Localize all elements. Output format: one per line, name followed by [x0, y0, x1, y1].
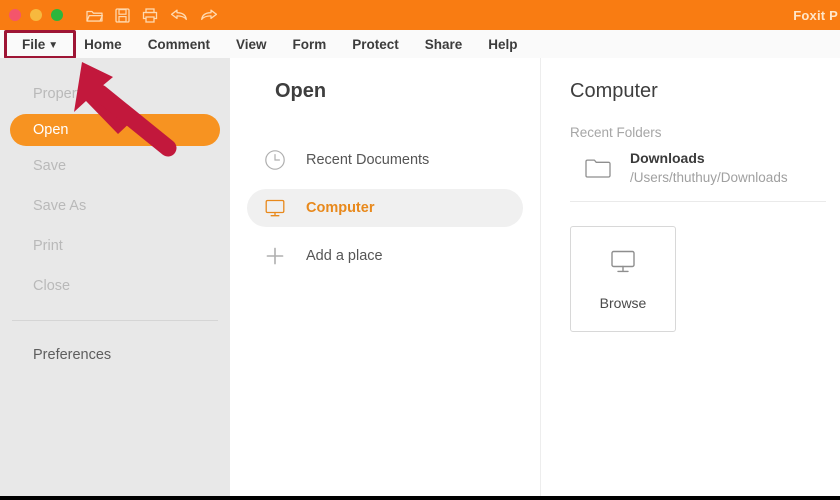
computer-panel-title: Computer: [570, 80, 658, 102]
app-title: Foxit P: [793, 7, 838, 23]
open-source-list: Recent Documents Computer Add a place: [230, 141, 540, 275]
menu-item-file-label: File: [22, 36, 46, 52]
sidebar-item-close[interactable]: Close: [0, 266, 230, 306]
minimize-button[interactable]: [30, 9, 42, 21]
menu-item-protect[interactable]: Protect: [352, 37, 399, 52]
monitor-icon: [608, 248, 638, 281]
menu-item-help[interactable]: Help: [488, 37, 517, 52]
undo-icon[interactable]: [170, 8, 188, 22]
recent-folder-name: Downloads: [630, 150, 705, 166]
print-icon[interactable]: [142, 7, 158, 23]
open-row-label: Computer: [306, 200, 375, 216]
maximize-button[interactable]: [51, 9, 63, 21]
chevron-down-icon: ▼: [48, 39, 59, 51]
open-row-computer[interactable]: Computer: [247, 189, 523, 227]
open-row-recent-documents[interactable]: Recent Documents: [247, 141, 523, 179]
recent-folder-text: Downloads /Users/thuthuy/Downloads: [630, 150, 788, 185]
sidebar-divider: [12, 320, 218, 321]
open-panel: Open Recent Documents Computer Add a pla…: [230, 58, 541, 496]
recent-folders-label: Recent Folders: [570, 125, 662, 140]
menu-item-comment[interactable]: Comment: [148, 37, 210, 52]
plus-icon: [264, 245, 294, 267]
recent-folder-item[interactable]: Downloads /Users/thuthuy/Downloads: [584, 150, 840, 185]
browse-label: Browse: [599, 294, 647, 311]
menu-item-view[interactable]: View: [236, 37, 267, 52]
clock-icon: [264, 149, 294, 171]
computer-panel: Computer Recent Folders Downloads /Users…: [542, 58, 840, 496]
foxit-window: Foxit P File ▼ Home Comment View Form Pr…: [0, 0, 840, 500]
menu-item-file[interactable]: File ▼: [22, 37, 58, 52]
open-folder-icon[interactable]: [86, 8, 103, 23]
recent-folder-path: /Users/thuthuy/Downloads: [630, 170, 788, 185]
open-panel-title: Open: [275, 80, 327, 102]
sidebar-item-open[interactable]: Open: [10, 114, 220, 146]
quick-access-toolbar[interactable]: [86, 7, 218, 23]
browse-button[interactable]: Browse: [570, 226, 676, 332]
sidebar-item-save-as[interactable]: Save As: [0, 186, 230, 226]
menu-bar: File ▼ Home Comment View Form Protect Sh…: [0, 30, 840, 58]
title-bar: Foxit P: [0, 0, 840, 30]
menu-item-home[interactable]: Home: [84, 37, 122, 52]
open-row-label: Add a place: [306, 248, 383, 264]
window-controls[interactable]: [9, 9, 63, 21]
save-icon[interactable]: [115, 7, 130, 23]
redo-icon[interactable]: [200, 8, 218, 22]
computer-panel-divider: [570, 201, 826, 202]
sidebar-item-print[interactable]: Print: [0, 226, 230, 266]
folder-icon: [584, 155, 612, 184]
open-row-label: Recent Documents: [306, 152, 430, 168]
menu-item-form[interactable]: Form: [292, 37, 326, 52]
close-button[interactable]: [9, 9, 21, 21]
sidebar-item-preferences[interactable]: Preferences: [0, 335, 230, 375]
monitor-icon: [264, 197, 294, 219]
file-sidebar: Properties Open Save Save As Print Close…: [0, 58, 230, 496]
menu-item-share[interactable]: Share: [425, 37, 463, 52]
open-row-add-a-place[interactable]: Add a place: [247, 237, 523, 275]
sidebar-item-save[interactable]: Save: [0, 146, 230, 186]
sidebar-item-properties[interactable]: Properties: [0, 74, 230, 114]
